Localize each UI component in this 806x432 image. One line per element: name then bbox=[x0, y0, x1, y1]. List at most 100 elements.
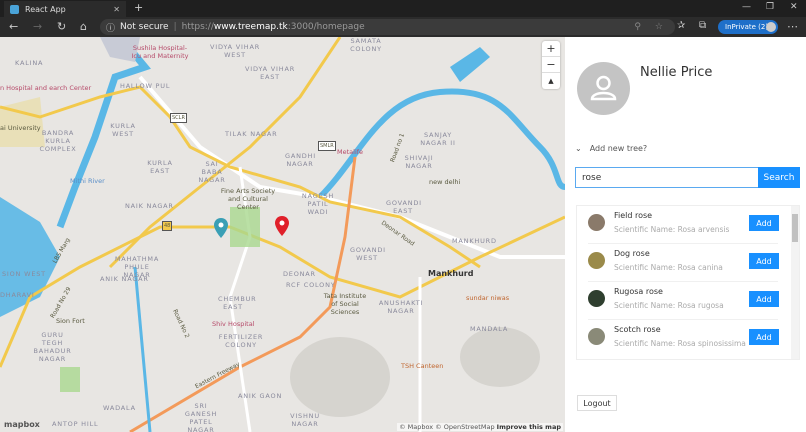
url-field[interactable]: ⓘ Not secure | https://www.treemap.tk:30… bbox=[100, 19, 675, 35]
maximize-button[interactable]: ❐ bbox=[766, 2, 774, 12]
map[interactable]: Kalina Sushila Hospital-Icu and Maternit… bbox=[0, 37, 565, 432]
user-icon bbox=[590, 75, 617, 101]
scientific-name: Scientific Name: Rosa rugosa bbox=[614, 301, 724, 310]
list-item: Field rose Scientific Name: Rosa arvensis… bbox=[588, 206, 779, 244]
map-label-poi: Fine Arts Society and Cultural Center bbox=[220, 187, 276, 211]
add-new-tree-label: Add new tree? bbox=[589, 144, 648, 153]
map-label: Vishnu Nagar bbox=[290, 412, 320, 428]
scientific-name: Scientific Name: Rosa arvensis bbox=[614, 225, 730, 234]
search-button[interactable]: Search bbox=[758, 167, 800, 188]
map-label: Samata Colony bbox=[350, 37, 382, 53]
minimize-button[interactable]: — bbox=[742, 2, 751, 12]
user-panel: Nellie Price ⌄ Add new tree? Search Field… bbox=[565, 37, 806, 432]
mapbox-logo[interactable]: mapbox bbox=[4, 420, 40, 429]
map-label: Mandala bbox=[470, 325, 509, 333]
refresh-icon[interactable]: ↻ bbox=[57, 20, 66, 33]
browser-tab-bar: React App ✕ + — ❐ ✕ bbox=[0, 0, 806, 17]
add-new-tree-toggle[interactable]: ⌄ Add new tree? bbox=[575, 144, 647, 153]
home-icon[interactable]: ⌂ bbox=[80, 20, 87, 33]
map-marker-icon[interactable] bbox=[214, 218, 228, 238]
map-marker-icon[interactable] bbox=[275, 216, 289, 236]
map-label: Sanjay Nagar II bbox=[420, 131, 456, 147]
marker-body bbox=[214, 218, 228, 238]
back-icon[interactable]: ← bbox=[9, 20, 18, 33]
map-label: Shivaji Nagar bbox=[404, 154, 434, 170]
list-item: Rugosa rose Scientific Name: Rosa rugosa A… bbox=[588, 282, 779, 320]
map-label: Sion West bbox=[2, 270, 46, 278]
search-results-list[interactable]: Field rose Scientific Name: Rosa arvensis… bbox=[576, 205, 800, 360]
map-label-poi: sundar niwas bbox=[466, 294, 510, 302]
map-label: Guru Tegh Bahadur Nagar bbox=[33, 331, 72, 363]
scientific-name: Scientific Name: Rosa spinosissima bbox=[614, 339, 746, 348]
road-shield: SMLR bbox=[318, 141, 336, 151]
zoom-out-button[interactable]: − bbox=[542, 57, 560, 73]
browser-tab[interactable]: React App ✕ bbox=[4, 1, 126, 17]
tree-search-input[interactable] bbox=[575, 167, 759, 188]
map-label: Wadala bbox=[103, 404, 136, 412]
list-item: Scotch rose Scientific Name: Rosa spinosi… bbox=[588, 320, 779, 358]
map-label: Bandra Kurla Complex bbox=[39, 129, 77, 153]
new-tab-button[interactable]: + bbox=[134, 1, 143, 14]
map-label-poi: Sion Fort bbox=[56, 317, 85, 325]
tree-name: Scotch rose bbox=[614, 325, 661, 334]
react-favicon-icon bbox=[10, 4, 19, 14]
close-tab-icon[interactable]: ✕ bbox=[113, 5, 120, 14]
map-label: Antop Hill bbox=[52, 420, 99, 428]
favorite-star-icon[interactable]: ☆ bbox=[655, 22, 663, 32]
add-button[interactable]: Add bbox=[749, 253, 779, 269]
map-label: Vidya Vihar West bbox=[210, 43, 261, 59]
attribution-text[interactable]: © Mapbox © OpenStreetMap bbox=[399, 423, 495, 431]
marker-dot bbox=[279, 220, 285, 226]
map-label: Vidya Vihar East bbox=[245, 65, 296, 81]
map-label: Kurla West bbox=[110, 122, 136, 138]
map-label: Kalina bbox=[15, 59, 44, 67]
map-label: Tilak Nagar bbox=[225, 130, 278, 138]
map-label: Nagesh Patil Wadi bbox=[301, 192, 335, 216]
tree-thumbnail bbox=[588, 252, 605, 269]
map-label-poi: Metalife bbox=[337, 148, 364, 156]
close-window-button[interactable]: ✕ bbox=[790, 2, 798, 12]
location-icon[interactable]: ⚲ bbox=[634, 22, 641, 32]
tree-name: Dog rose bbox=[614, 249, 650, 258]
map-label: Chembur East bbox=[218, 295, 257, 311]
tree-thumbnail bbox=[588, 328, 605, 345]
forward-icon[interactable]: → bbox=[33, 20, 42, 33]
tree-thumbnail bbox=[588, 290, 605, 307]
map-label: Kurla East bbox=[147, 159, 173, 175]
collections-icon[interactable]: ⧉ bbox=[699, 20, 706, 31]
map-label: Fertilizer Colony bbox=[218, 333, 264, 349]
inprivate-button[interactable]: InPrivate (2) bbox=[718, 20, 778, 34]
avatar bbox=[577, 62, 630, 115]
map-label-poi: n Hospital and earch Center bbox=[0, 84, 92, 92]
address-bar-row: ← → ↻ ⌂ ⓘ Not secure | https://www.treem… bbox=[0, 17, 806, 37]
map-label-poi: new delhi bbox=[429, 178, 461, 186]
map-label: Sri Ganesh Patel Nagar bbox=[184, 402, 218, 432]
list-scrollbar[interactable] bbox=[791, 206, 799, 359]
divider: | bbox=[173, 22, 177, 32]
map-label: Deonar bbox=[283, 270, 316, 278]
add-button[interactable]: Add bbox=[749, 215, 779, 231]
url-host: www.treemap.tk bbox=[213, 22, 288, 32]
favorites-icon[interactable]: ✰ bbox=[677, 20, 685, 31]
compass-button[interactable]: ▲ bbox=[542, 73, 560, 89]
map-label-poi: Tata Institute of Social Sciences bbox=[323, 292, 367, 316]
map-label-poi: Sushila Hospital-Icu and Maternity bbox=[131, 44, 189, 60]
security-status[interactable]: Not secure bbox=[120, 22, 169, 32]
improve-map-link[interactable]: Improve this map bbox=[497, 423, 561, 431]
map-label-place: Mankhurd bbox=[428, 269, 474, 278]
scrollbar-thumb[interactable] bbox=[792, 214, 798, 242]
map-label: Dharavi bbox=[0, 291, 35, 299]
url-path: :3000/homepage bbox=[287, 22, 365, 32]
map-label: RCF Colony bbox=[286, 281, 336, 289]
tree-name: Rugosa rose bbox=[614, 287, 663, 296]
tab-title: React App bbox=[25, 4, 66, 14]
tree-thumbnail bbox=[588, 214, 605, 231]
zoom-in-button[interactable]: + bbox=[542, 41, 560, 57]
map-label: Anik Nagar bbox=[100, 275, 149, 283]
map-label: Gandhi Nagar bbox=[285, 152, 316, 168]
add-button[interactable]: Add bbox=[749, 291, 779, 307]
logout-button[interactable]: Logout bbox=[577, 395, 617, 411]
more-menu-icon[interactable]: ⋯ bbox=[787, 20, 798, 33]
add-button[interactable]: Add bbox=[749, 329, 779, 345]
map-label: Govandi West bbox=[350, 246, 386, 262]
